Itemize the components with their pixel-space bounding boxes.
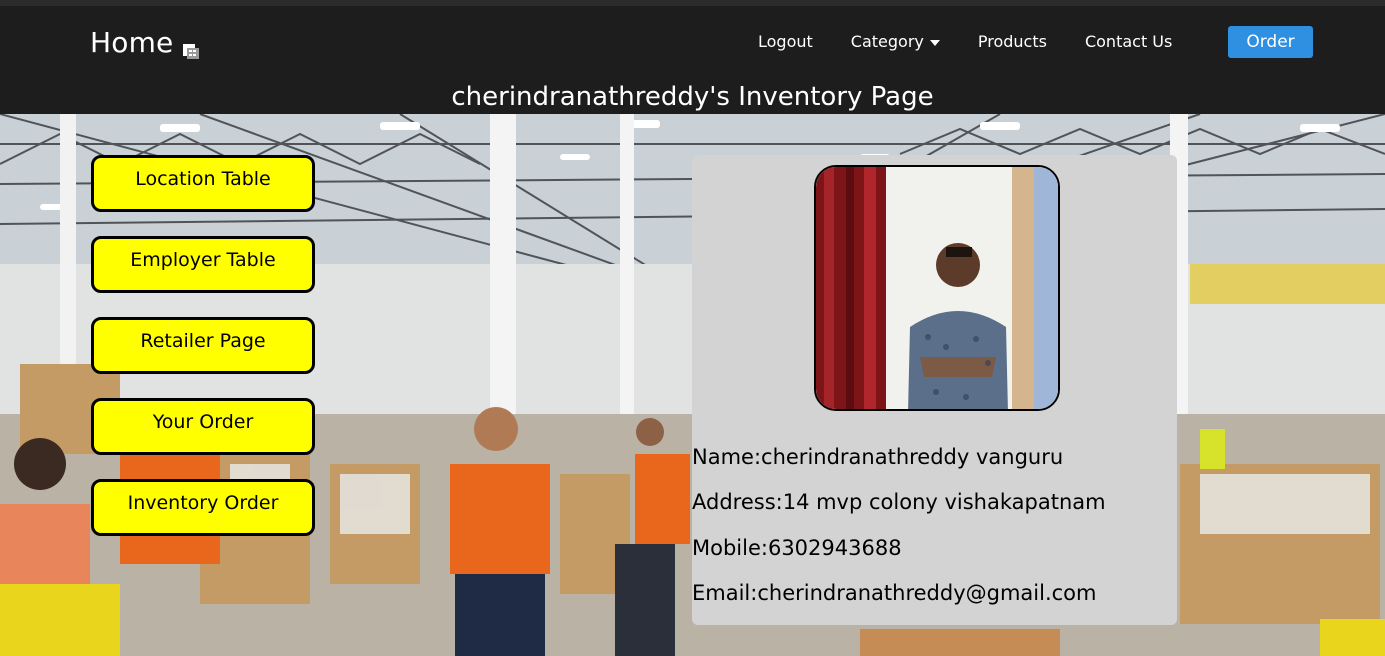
order-button[interactable]: Order [1228, 26, 1313, 58]
nav-contact-link[interactable]: Contact Us [1085, 32, 1172, 51]
stacked-boxes-icon [182, 34, 200, 59]
page-title: cherindranathreddy's Inventory Page [451, 82, 934, 112]
brand-label: Home [90, 26, 174, 59]
profile-email: Email:cherindranathreddy@gmail.com [692, 581, 1097, 605]
nav-logout-link[interactable]: Logout [758, 32, 813, 51]
brand-home-link[interactable]: Home [90, 26, 200, 59]
location-table-button[interactable]: Location Table [91, 155, 315, 212]
retailer-page-button[interactable]: Retailer Page [91, 317, 315, 374]
profile-address: Address:14 mvp colony vishakapatnam [692, 490, 1106, 514]
employer-table-button[interactable]: Employer Table [91, 236, 315, 293]
navbar: Home Logout Category Products Contact Us… [0, 6, 1385, 114]
nav-products-link[interactable]: Products [978, 32, 1047, 51]
your-order-button[interactable]: Your Order [91, 398, 315, 455]
profile-card: Name:cherindranathreddy vanguru Address:… [692, 155, 1177, 625]
nav-category-dropdown[interactable]: Category [851, 32, 940, 51]
nav-links: Logout Category Products Contact Us [758, 32, 1172, 51]
profile-name: Name:cherindranathreddy vanguru [692, 445, 1064, 469]
caret-down-icon [929, 39, 940, 46]
profile-avatar [814, 165, 1060, 411]
profile-mobile: Mobile:6302943688 [692, 536, 902, 560]
nav-category-label: Category [850, 32, 924, 51]
inventory-order-button[interactable]: Inventory Order [91, 479, 315, 536]
